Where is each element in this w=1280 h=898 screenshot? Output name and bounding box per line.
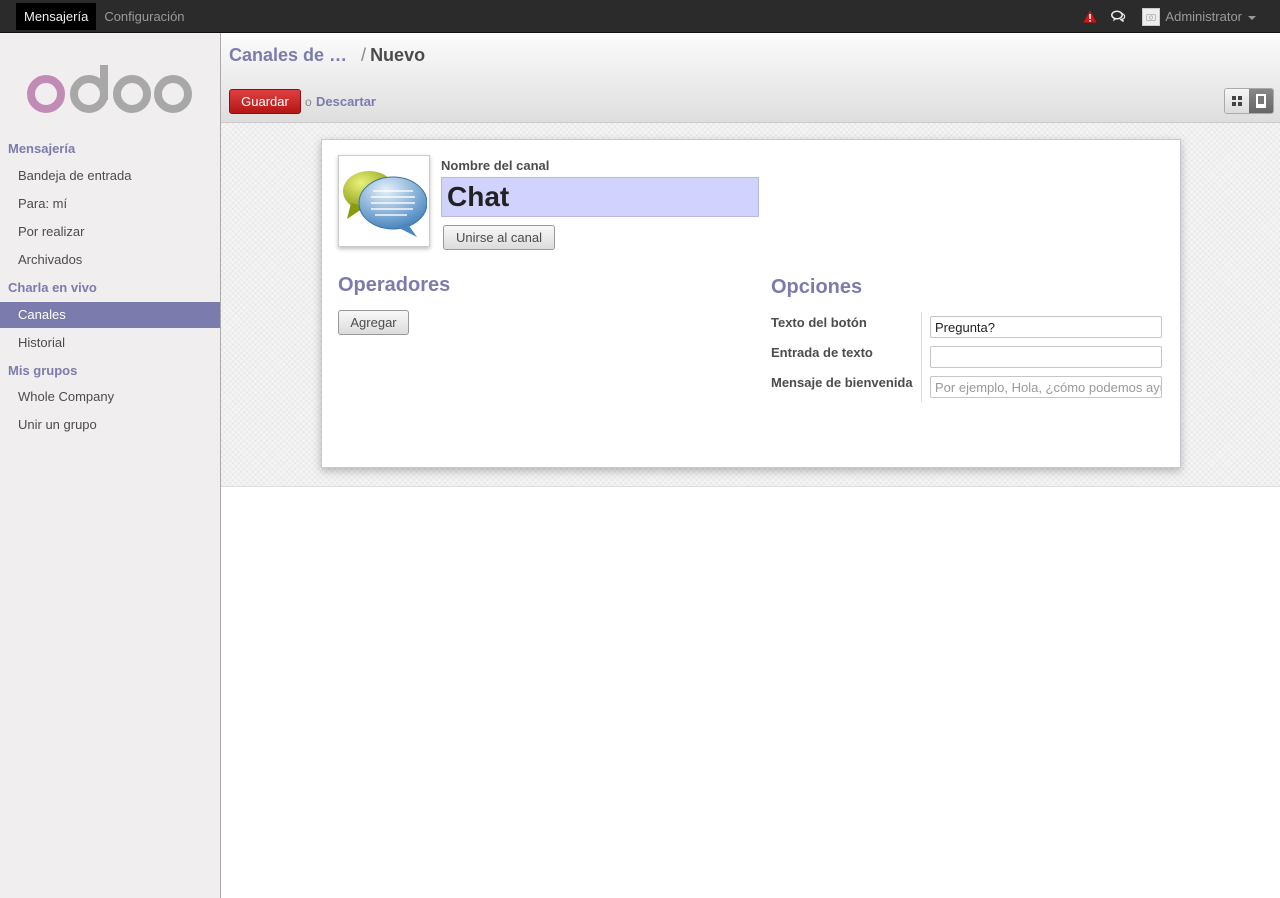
operators-heading: Operadores	[338, 274, 451, 296]
sidebar-item-whole-company[interactable]: Whole Company	[0, 384, 220, 410]
user-name: Administrator	[1165, 9, 1242, 24]
options-heading: Opciones	[771, 276, 863, 298]
sidebar-menu: Mensajería Bandeja de entrada Para: mí P…	[0, 139, 220, 438]
chat-icon[interactable]	[1111, 10, 1126, 23]
kanban-view-icon[interactable]	[1225, 89, 1249, 113]
breadcrumb-parent[interactable]: Canales de …	[229, 45, 347, 66]
user-menu[interactable]: Administrator	[1142, 7, 1256, 26]
form-sheet: Nombre del canal Unirse al canal Operado…	[321, 139, 1181, 468]
channel-image[interactable]	[338, 155, 430, 247]
top-menu-configuracion[interactable]: Configuración	[96, 3, 192, 30]
discard-link[interactable]: Descartar	[316, 94, 376, 109]
sidebar-item-bandeja[interactable]: Bandeja de entrada	[0, 163, 220, 189]
sidebar-section-charla: Charla en vivo	[8, 280, 97, 295]
breadcrumb-separator: /	[361, 45, 367, 65]
button-text-input[interactable]	[930, 316, 1162, 338]
sidebar-item-canales[interactable]: Canales	[0, 302, 220, 328]
top-menu-mensajeria[interactable]: Mensajería	[16, 3, 97, 30]
caret-down-icon	[1248, 15, 1256, 20]
view-switcher	[1224, 88, 1274, 114]
page-title: Nuevo	[370, 45, 426, 65]
input-text-input[interactable]	[930, 346, 1162, 368]
save-button[interactable]: Guardar	[229, 89, 301, 114]
welcome-message-label: Mensaje de bienvenida	[771, 375, 913, 390]
odoo-logo[interactable]	[26, 65, 194, 115]
input-text-label: Entrada de texto	[771, 345, 873, 360]
sidebar: Mensajería Bandeja de entrada Para: mí P…	[0, 33, 221, 898]
options-divider	[921, 312, 922, 402]
sidebar-item-archivados[interactable]: Archivados	[0, 247, 220, 273]
add-operator-button[interactable]: Agregar	[338, 310, 409, 335]
channel-name-input[interactable]	[441, 177, 759, 217]
top-navbar: Mensajería Configuración Administrator	[0, 0, 1280, 33]
sidebar-item-historial[interactable]: Historial	[0, 330, 220, 356]
sidebar-item-por-realizar[interactable]: Por realizar	[0, 219, 220, 245]
avatar	[1142, 7, 1161, 26]
sidebar-item-para-mi[interactable]: Para: mí	[0, 191, 220, 217]
welcome-message-input[interactable]	[930, 376, 1162, 398]
sidebar-item-unir-grupo[interactable]: Unir un grupo	[0, 412, 220, 438]
top-right-tools: Administrator	[1069, 0, 1256, 33]
or-label: o	[305, 95, 312, 109]
join-channel-button[interactable]: Unirse al canal	[443, 225, 555, 250]
breadcrumb: Canales de … / Nuevo	[229, 45, 425, 66]
warning-icon[interactable]	[1083, 10, 1097, 23]
form-view-icon[interactable]	[1249, 89, 1273, 113]
sidebar-section-grupos: Mis grupos	[8, 363, 78, 378]
control-panel: Canales de … / Nuevo Guardar o Descartar	[221, 33, 1280, 123]
top-menu: Mensajería Configuración	[16, 3, 193, 30]
sidebar-section-mensajeria: Mensajería	[8, 141, 76, 156]
channel-name-label: Nombre del canal	[441, 158, 550, 173]
button-text-label: Texto del botón	[771, 315, 867, 330]
form-area: Nombre del canal Unirse al canal Operado…	[221, 123, 1280, 487]
